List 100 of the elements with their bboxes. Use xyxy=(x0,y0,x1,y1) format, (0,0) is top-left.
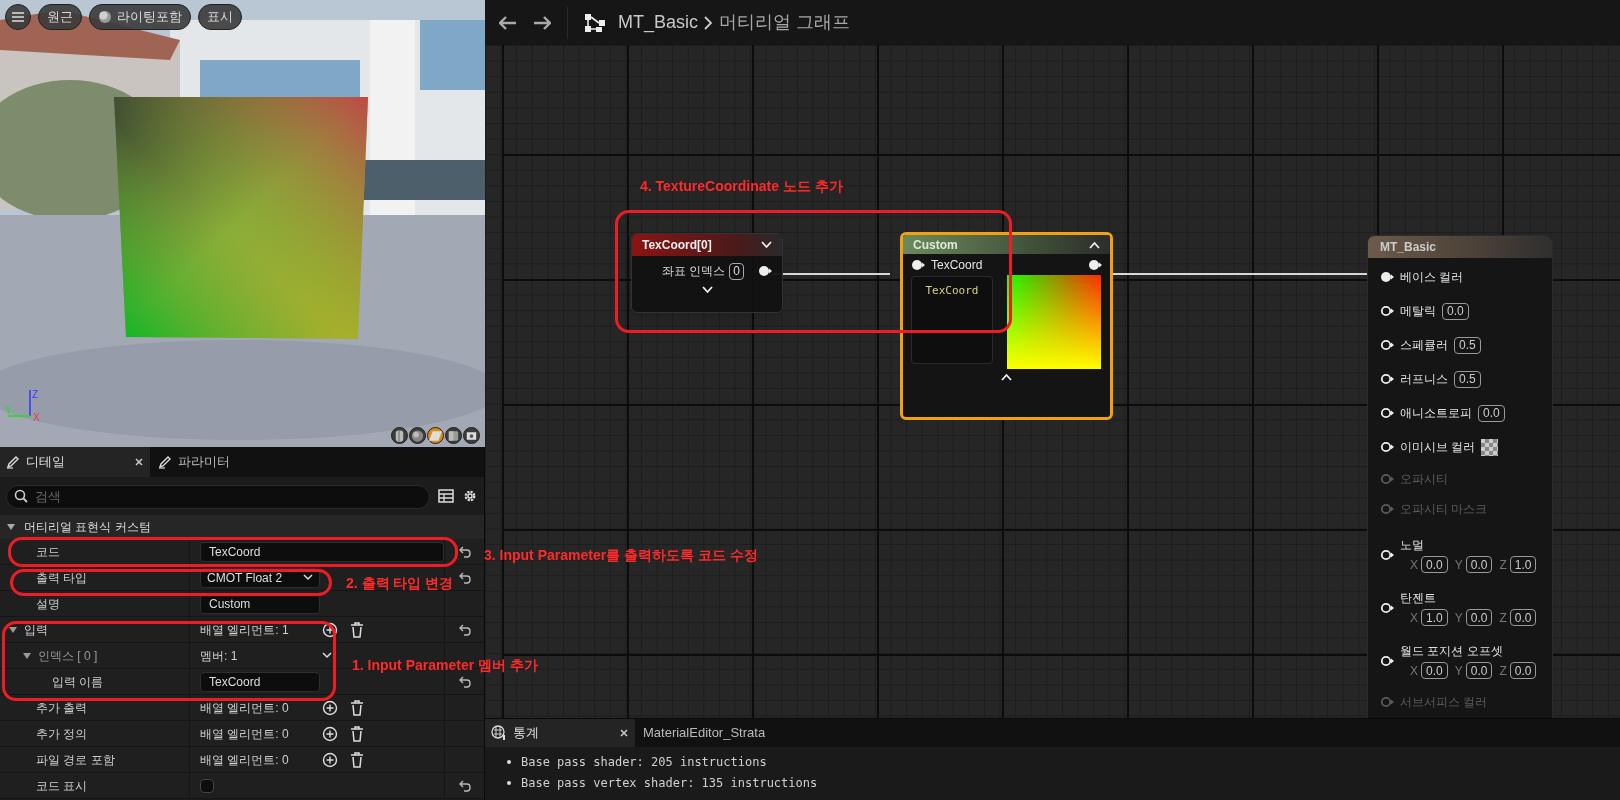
stat-line: Base pass vertex shader: 135 instructions xyxy=(521,775,818,792)
pin-icon[interactable] xyxy=(1380,654,1394,667)
pin-icon[interactable] xyxy=(1380,339,1394,351)
value-field[interactable]: 0.0 xyxy=(1442,302,1469,320)
pin-icon[interactable] xyxy=(758,265,772,277)
tab-label: 파라미터 xyxy=(178,453,230,472)
add-icon[interactable] xyxy=(322,725,338,742)
code-preview: TexCoord xyxy=(911,276,993,364)
texcoord-node[interactable]: TexCoord[0] 좌표 인덱스 0 xyxy=(631,233,783,313)
pin-label: 오파시티 마스크 xyxy=(1400,501,1488,518)
pencil-icon xyxy=(158,455,172,469)
sphere-icon xyxy=(410,427,425,444)
close-icon[interactable] xyxy=(619,728,629,738)
sphere-icon xyxy=(98,10,112,24)
search-icon xyxy=(14,489,28,503)
value-field[interactable]: 0.0 xyxy=(1465,662,1493,679)
collapse-chevron-icon[interactable] xyxy=(1001,373,1012,381)
add-icon[interactable] xyxy=(322,621,338,638)
array-count: 배열 엘리먼트: 0 xyxy=(200,725,290,743)
value-field[interactable]: 0.0 xyxy=(1421,556,1448,573)
breadcrumb-link[interactable]: MT_Basic xyxy=(618,9,698,36)
back-arrow-icon[interactable] xyxy=(499,15,517,30)
node-title: Custom xyxy=(913,236,958,254)
expand-chevron-icon[interactable] xyxy=(701,286,713,294)
tab-label: MaterialEditor_Strata xyxy=(643,724,766,743)
pin-icon[interactable] xyxy=(1380,441,1394,453)
reset-icon[interactable] xyxy=(457,674,472,689)
pin-label: 월드 포지션 오프셋 xyxy=(1400,642,1504,660)
value-field[interactable]: 0.5 xyxy=(1454,370,1481,388)
checkbox[interactable] xyxy=(200,778,214,793)
pin-icon[interactable] xyxy=(1380,271,1394,283)
value-field[interactable]: 0 xyxy=(729,262,744,280)
reset-icon[interactable] xyxy=(457,570,472,585)
pin-icon[interactable] xyxy=(1380,407,1394,419)
chevron-down-icon[interactable] xyxy=(761,241,772,249)
value-field[interactable]: 0.0 xyxy=(1509,662,1537,679)
value-field[interactable]: 0.0 xyxy=(1465,556,1493,573)
pin-label: 이미시브 컬러 xyxy=(1400,439,1476,456)
pin-label: 노멀 xyxy=(1400,536,1425,554)
forward-arrow-icon[interactable] xyxy=(533,15,551,30)
chevron-up-icon[interactable] xyxy=(1089,240,1100,249)
value-field[interactable]: 1.0 xyxy=(1421,609,1448,626)
pin-icon[interactable] xyxy=(1380,305,1394,317)
pin-icon[interactable] xyxy=(1380,548,1394,561)
panel-tab[interactable]: MaterialEditor_Strata xyxy=(635,719,780,747)
value-field[interactable]: 0.0 xyxy=(1465,609,1493,626)
add-icon[interactable] xyxy=(322,699,338,716)
color-swatch[interactable] xyxy=(1481,438,1499,456)
axis-label: Z xyxy=(1499,609,1507,627)
add-icon[interactable] xyxy=(322,751,338,768)
chevron-down-icon[interactable] xyxy=(322,652,332,659)
stat-line: Base pass shader: 205 instructions xyxy=(521,754,767,771)
node-title: MT_Basic xyxy=(1368,236,1552,258)
panel-tab[interactable]: 파라미터 xyxy=(150,447,244,477)
value-field[interactable]: 0.0 xyxy=(1509,609,1537,626)
close-icon[interactable] xyxy=(134,457,144,467)
property-label: 코드 xyxy=(36,543,60,561)
member-count: 멤버: 1 xyxy=(200,647,239,665)
reset-icon[interactable] xyxy=(457,778,472,793)
reset-icon[interactable] xyxy=(457,544,472,559)
search-field[interactable]: 검색 xyxy=(6,484,430,509)
trash-icon[interactable] xyxy=(350,699,364,716)
text-field[interactable]: TexCoord xyxy=(200,541,444,562)
pin-icon[interactable] xyxy=(911,259,925,271)
trash-icon[interactable] xyxy=(350,621,364,638)
expand-arrow-icon[interactable] xyxy=(22,650,32,661)
expand-arrow-icon[interactable] xyxy=(6,522,16,532)
annotation-text: 3. Input Parameter를 출력하도록 코드 수정 xyxy=(484,546,758,565)
chevron-right-icon xyxy=(704,15,713,30)
value-field[interactable]: 0.0 xyxy=(1421,662,1448,679)
axis-label: Z xyxy=(1499,662,1507,680)
settings-icon[interactable] xyxy=(462,488,478,504)
annotation-text: 1. Input Parameter 멤버 추가 xyxy=(352,656,538,675)
panel-tab[interactable]: 디테일 xyxy=(0,447,150,477)
pin-label: 베이스 컬러 xyxy=(1400,269,1464,286)
section-title: 머티리얼 표현식 커스텀 xyxy=(24,519,151,536)
text-field[interactable]: TexCoord xyxy=(200,671,320,692)
property-label: 추가 출력 xyxy=(36,699,88,717)
breadcrumb-link[interactable]: 머티리얼 그래프 xyxy=(719,9,851,36)
tab-label: 통계 xyxy=(513,724,540,743)
table-icon[interactable] xyxy=(438,489,454,503)
tab-label: 디테일 xyxy=(26,453,66,472)
panel-tab[interactable]: 통계 xyxy=(485,719,635,747)
pin-icon[interactable] xyxy=(1380,373,1394,385)
pin-label: 좌표 인덱스 xyxy=(661,263,726,280)
trash-icon[interactable] xyxy=(350,751,364,768)
reset-icon[interactable] xyxy=(457,622,472,637)
value-field[interactable]: 0.0 xyxy=(1478,404,1505,422)
property-label: 추가 정의 xyxy=(36,725,88,743)
value-field[interactable]: 1.0 xyxy=(1509,556,1537,573)
graph-icon xyxy=(584,12,606,33)
lit-mode-button[interactable]: 라이팅포함 xyxy=(89,4,191,30)
pin-icon[interactable] xyxy=(1088,259,1102,271)
trash-icon[interactable] xyxy=(350,725,364,742)
custom-node[interactable]: Custom TexCoord TexCoord xyxy=(900,232,1113,420)
pin-icon[interactable] xyxy=(1380,601,1394,614)
axis-label: Y xyxy=(1454,556,1463,574)
value-field[interactable]: 0.5 xyxy=(1454,336,1481,354)
property-label: 입력 xyxy=(24,621,48,639)
expand-arrow-icon[interactable] xyxy=(8,624,18,635)
